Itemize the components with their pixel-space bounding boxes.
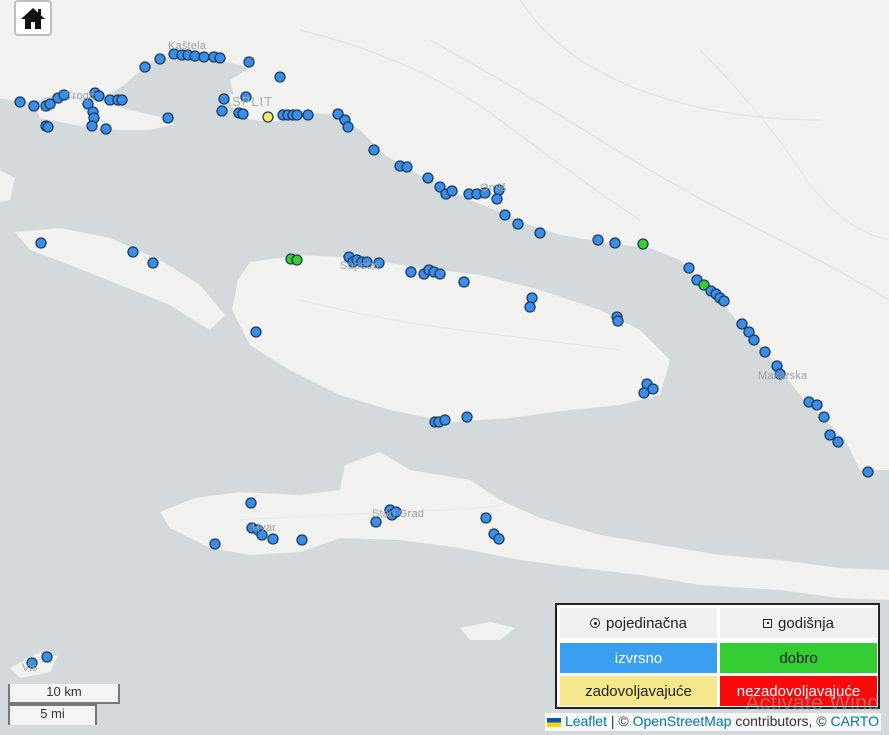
bathing-site-marker-izvrsno[interactable] (759, 346, 771, 358)
bathing-site-marker-izvrsno[interactable] (209, 538, 221, 550)
place-label-trogir: Trogir (66, 90, 96, 102)
bathing-site-marker-izvrsno[interactable] (86, 120, 98, 132)
bathing-site-marker-izvrsno[interactable] (512, 218, 524, 230)
scale-bar-mi: 5 mi (8, 704, 97, 725)
legend-item-dobro[interactable]: dobro (720, 643, 877, 673)
map-attribution: Leaflet | © OpenStreetMap contributors, … (544, 713, 881, 731)
bathing-site-marker-izvrsno[interactable] (480, 512, 492, 524)
bathing-site-marker-izvrsno[interactable] (493, 533, 505, 545)
bathing-site-marker-izvrsno[interactable] (818, 411, 830, 423)
ukraine-flag-icon (546, 717, 561, 727)
bathing-site-marker-izvrsno[interactable] (35, 237, 47, 249)
bathing-site-marker-izvrsno[interactable] (811, 399, 823, 411)
bathing-site-marker-izvrsno[interactable] (116, 94, 128, 106)
bathing-site-marker-izvrsno[interactable] (302, 109, 314, 121)
bathing-site-marker-izvrsno[interactable] (28, 100, 40, 112)
bathing-site-marker-izvrsno[interactable] (683, 262, 695, 274)
bathing-site-marker-dobro[interactable] (291, 254, 303, 266)
legend-type-annual[interactable]: godišnja (720, 608, 877, 638)
bathing-site-marker-izvrsno[interactable] (216, 105, 228, 117)
place-label-stari-grad: Stari Grad (372, 508, 425, 520)
bathing-site-marker-izvrsno[interactable] (422, 172, 434, 184)
square-dot-icon (763, 618, 773, 628)
bathing-site-marker-izvrsno[interactable] (245, 497, 257, 509)
bathing-site-marker-izvrsno[interactable] (243, 56, 255, 68)
home-icon (21, 8, 45, 29)
bathing-site-marker-izvrsno[interactable] (458, 276, 470, 288)
bathing-site-marker-izvrsno[interactable] (127, 246, 139, 258)
bathing-site-marker-izvrsno[interactable] (42, 121, 54, 133)
bathing-site-marker-izvrsno[interactable] (218, 93, 230, 105)
leaflet-link[interactable]: Leaflet (565, 713, 607, 729)
map-view[interactable]: Kaštela SPLIT Trogir Omiš Supetar Makars… (0, 0, 889, 735)
bathing-site-marker-zadovoljavajuce[interactable] (262, 111, 274, 123)
bathing-site-marker-izvrsno[interactable] (405, 266, 417, 278)
osm-link[interactable]: OpenStreetMap (633, 713, 732, 729)
bathing-site-marker-izvrsno[interactable] (491, 193, 503, 205)
bathing-site-marker-izvrsno[interactable] (198, 51, 210, 63)
place-label-supetar: Supetar (340, 260, 380, 272)
bathing-site-marker-izvrsno[interactable] (824, 429, 836, 441)
bathing-site-marker-izvrsno[interactable] (139, 61, 151, 73)
bathing-site-marker-dobro[interactable] (637, 238, 649, 250)
bathing-site-marker-izvrsno[interactable] (147, 257, 159, 269)
bathing-site-marker-izvrsno[interactable] (526, 292, 538, 304)
carto-link[interactable]: CARTO (831, 713, 880, 729)
bathing-site-marker-izvrsno[interactable] (499, 209, 511, 221)
bathing-site-marker-izvrsno[interactable] (609, 237, 621, 249)
bathing-site-marker-izvrsno[interactable] (368, 144, 380, 156)
bathing-site-marker-izvrsno[interactable] (274, 71, 286, 83)
place-label-omis: Omiš (480, 182, 507, 194)
bathing-site-marker-izvrsno[interactable] (237, 108, 249, 120)
bathing-site-marker-izvrsno[interactable] (592, 234, 604, 246)
bathing-site-marker-izvrsno[interactable] (434, 268, 446, 280)
scale-bar-km: 10 km (8, 684, 120, 704)
bathing-site-marker-izvrsno[interactable] (214, 52, 226, 64)
bathing-site-marker-izvrsno[interactable] (862, 466, 874, 478)
bathing-site-marker-izvrsno[interactable] (41, 651, 53, 663)
bathing-site-marker-izvrsno[interactable] (736, 318, 748, 330)
bathing-site-marker-izvrsno[interactable] (100, 123, 112, 135)
bathing-site-marker-izvrsno[interactable] (446, 185, 458, 197)
legend-type-individual[interactable]: pojedinačna (560, 608, 717, 638)
place-label-makarska: Makarska (758, 370, 808, 382)
bathing-site-marker-izvrsno[interactable] (296, 534, 308, 546)
bathing-site-marker-izvrsno[interactable] (534, 227, 546, 239)
place-label-kastela: Kaštela (168, 40, 207, 52)
place-label-split: SPLIT (232, 94, 274, 109)
bathing-site-marker-izvrsno[interactable] (291, 109, 303, 121)
place-label-hvar: Hvar (252, 522, 277, 534)
bathing-site-marker-izvrsno[interactable] (748, 334, 760, 346)
circle-dot-icon (590, 618, 601, 628)
bathing-site-marker-izvrsno[interactable] (461, 411, 473, 423)
bathing-site-marker-izvrsno[interactable] (647, 383, 659, 395)
legend-item-izvrsno[interactable]: izvrsno (560, 643, 717, 673)
bathing-site-marker-izvrsno[interactable] (250, 326, 262, 338)
bathing-site-marker-izvrsno[interactable] (401, 161, 413, 173)
bathing-site-marker-izvrsno[interactable] (612, 315, 624, 327)
place-label-vis: Vis (22, 662, 38, 674)
home-button[interactable] (14, 0, 52, 36)
bathing-site-marker-izvrsno[interactable] (162, 112, 174, 124)
bathing-site-marker-izvrsno[interactable] (342, 121, 354, 133)
legend-item-zadovoljavajuce[interactable]: zadovoljavajuće (560, 676, 717, 706)
bathing-site-marker-izvrsno[interactable] (718, 295, 730, 307)
bathing-site-marker-izvrsno[interactable] (154, 53, 166, 65)
bathing-site-marker-izvrsno[interactable] (14, 96, 26, 108)
bathing-site-marker-izvrsno[interactable] (524, 301, 536, 313)
bathing-site-marker-izvrsno[interactable] (267, 533, 279, 545)
bathing-site-marker-izvrsno[interactable] (832, 436, 844, 448)
bathing-site-marker-izvrsno[interactable] (439, 414, 451, 426)
